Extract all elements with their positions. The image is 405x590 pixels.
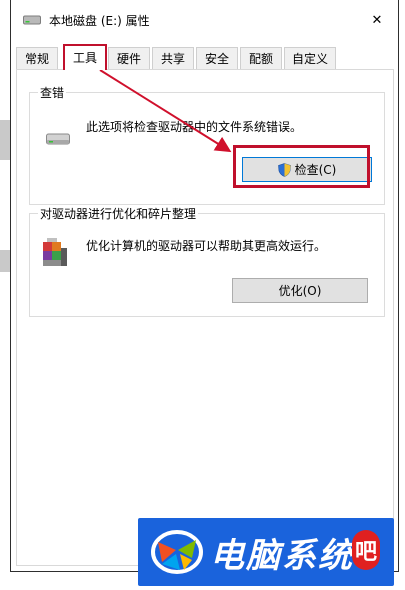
- defrag-icon: [43, 238, 67, 266]
- optimize-group: 对驱动器进行优化和碎片整理 优化计算机的驱动器可以帮助其更高效运行。 优化(O): [29, 205, 385, 317]
- tab-strip: 常规 工具 硬件 共享 安全 配额 自定义: [16, 44, 396, 70]
- tab-quota[interactable]: 配额: [240, 47, 282, 69]
- watermark-badge: 吧: [352, 530, 380, 570]
- watermark-text: 电脑系统: [210, 536, 354, 576]
- tab-general[interactable]: 常规: [16, 47, 58, 69]
- title-bar[interactable]: 本地磁盘 (E:) 属性 ✕: [11, 0, 398, 40]
- optimize-title: 对驱动器进行优化和碎片整理: [38, 205, 199, 222]
- background-strip-top: [0, 120, 10, 160]
- watermark-badge-text: 吧: [355, 539, 378, 565]
- tab-tools[interactable]: 工具: [63, 44, 107, 70]
- optimize-button[interactable]: 优化(O): [232, 278, 368, 303]
- background-strip-bottom: [0, 250, 10, 272]
- close-button[interactable]: ✕: [356, 0, 398, 40]
- shield-icon: [277, 162, 291, 177]
- optimize-description: 优化计算机的驱动器可以帮助其更高效运行。: [86, 239, 327, 253]
- drive-title-icon: [23, 15, 41, 25]
- error-check-description: 此选项将检查驱动器中的文件系统错误。: [86, 120, 303, 134]
- error-check-title: 查错: [38, 84, 67, 101]
- window-title: 本地磁盘 (E:) 属性: [49, 14, 150, 28]
- watermark-banner: 电脑系统 吧: [138, 518, 394, 586]
- tab-sharing[interactable]: 共享: [152, 47, 194, 69]
- tab-security[interactable]: 安全: [196, 47, 238, 69]
- check-button-label: 检查(C): [294, 163, 337, 177]
- check-button[interactable]: 检查(C): [242, 157, 372, 182]
- close-icon: ✕: [371, 12, 383, 28]
- tab-hardware[interactable]: 硬件: [108, 47, 150, 69]
- tools-panel: 查错 此选项将检查驱动器中的文件系统错误。 检查(C) 对驱动器进行优化和碎片整…: [16, 69, 394, 566]
- drive-icon: [46, 133, 70, 145]
- properties-window: 本地磁盘 (E:) 属性 ✕ 常规 工具 硬件 共享 安全 配额 自定义 查错 …: [10, 0, 399, 572]
- tab-customize[interactable]: 自定义: [284, 47, 336, 69]
- error-check-group: 查错 此选项将检查驱动器中的文件系统错误。 检查(C): [29, 84, 385, 205]
- windows-logo-icon: [151, 530, 203, 574]
- optimize-button-label: 优化(O): [278, 284, 322, 298]
